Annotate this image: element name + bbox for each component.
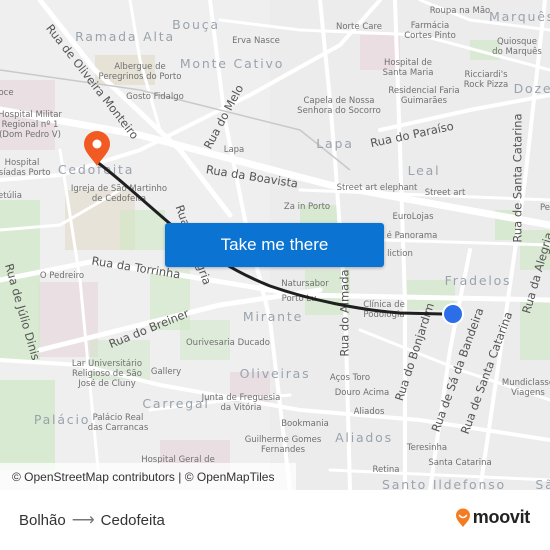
route-title: Bolhão ⟶ Cedofeita	[19, 510, 165, 530]
destination-pin-icon[interactable]	[83, 130, 110, 166]
take-me-there-button[interactable]: Take me there	[165, 223, 384, 267]
footer-bar: Bolhão ⟶ Cedofeita moovit	[0, 490, 550, 550]
moovit-logo[interactable]: moovit	[455, 507, 530, 528]
map-attribution[interactable]: © OpenStreetMap contributors | © OpenMap…	[0, 463, 296, 490]
moovit-wordmark: moovit	[472, 507, 531, 527]
origin-name: Bolhão	[19, 511, 66, 529]
map-view[interactable]: Ramada Alta Bouça Monte Cativo Marquês Doze L…	[0, 0, 550, 490]
destination-name: Cedofeita	[100, 511, 165, 529]
origin-marker[interactable]	[442, 303, 464, 325]
arrow-right-icon: ⟶	[71, 512, 95, 529]
moovit-pin-icon	[455, 508, 470, 527]
